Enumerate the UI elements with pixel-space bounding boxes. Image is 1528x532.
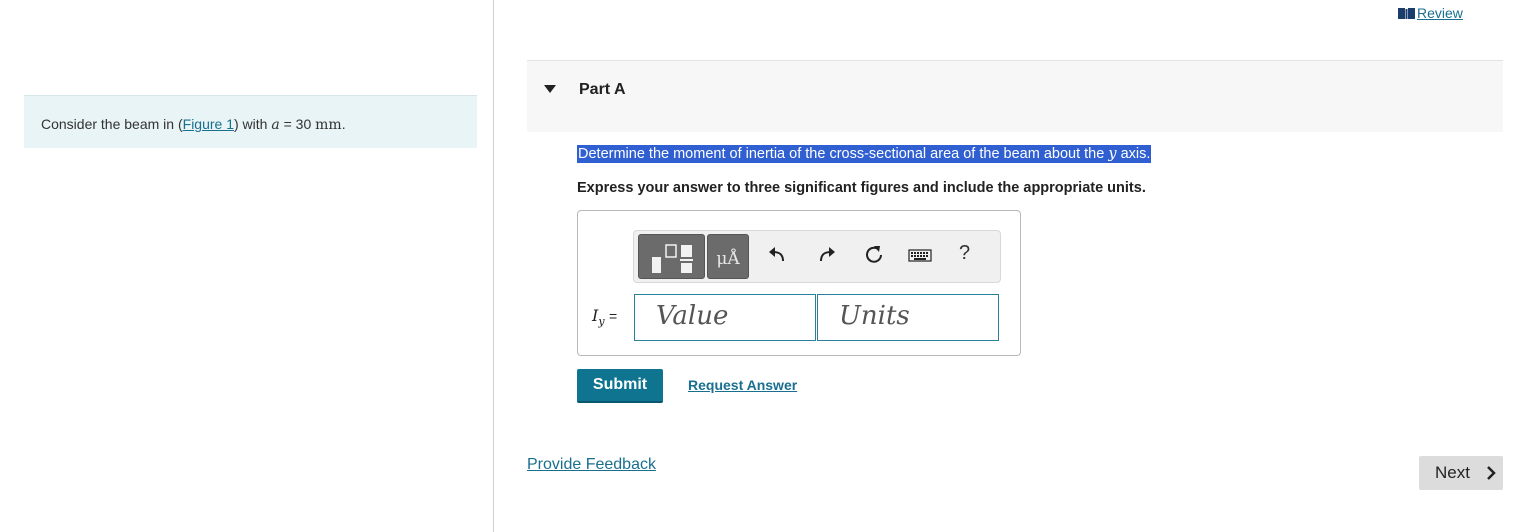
column-divider: [493, 0, 494, 532]
statement-text-2: ) with: [234, 116, 272, 132]
review-link[interactable]: Review: [1398, 5, 1463, 21]
keyboard-icon[interactable]: [908, 245, 932, 265]
reset-icon[interactable]: [864, 245, 884, 265]
help-icon[interactable]: ?: [959, 242, 970, 265]
math-toolbar: μÅ ?: [633, 230, 1001, 283]
unit-mm: mm: [315, 117, 342, 133]
value-input[interactable]: Value: [634, 294, 816, 341]
units-icon[interactable]: μÅ: [707, 234, 749, 279]
provide-feedback-link[interactable]: Provide Feedback: [527, 456, 656, 474]
question-text: Determine the moment of inertia of the c…: [577, 145, 1152, 163]
chevron-right-icon: [1487, 466, 1496, 480]
question-end: axis.: [1116, 146, 1151, 162]
units-placeholder: Units: [839, 301, 910, 331]
question-main: Determine the moment of inertia of the c…: [578, 146, 1109, 162]
variable-subscript: y: [598, 315, 605, 329]
instruction-text: Express your answer to three significant…: [577, 180, 1146, 196]
answer-box: μÅ ? Iy = Value Units: [577, 210, 1021, 356]
redo-icon[interactable]: [817, 245, 837, 265]
units-input[interactable]: Units: [817, 294, 999, 341]
submit-button[interactable]: Submit: [577, 369, 663, 403]
part-header[interactable]: Part A: [527, 60, 1503, 132]
variable-a: a: [271, 117, 280, 133]
request-answer-link[interactable]: Request Answer: [688, 377, 797, 393]
value-placeholder: Value: [656, 301, 729, 331]
axis-variable: y: [1108, 146, 1117, 162]
problem-statement-panel: Consider the beam in (Figure 1) with a =…: [24, 95, 477, 148]
problem-statement: Consider the beam in (Figure 1) with a =…: [41, 116, 346, 133]
figure-link[interactable]: Figure 1: [183, 116, 234, 132]
answer-variable-label: Iy =: [592, 306, 617, 328]
equals-sign: =: [609, 308, 618, 324]
statement-value: = 30: [279, 116, 316, 132]
next-button[interactable]: Next: [1419, 456, 1503, 490]
caret-down-icon[interactable]: [544, 85, 556, 93]
statement-text: Consider the beam in (: [41, 116, 183, 132]
part-title: Part A: [579, 81, 626, 98]
undo-icon[interactable]: [767, 245, 787, 265]
statement-period: .: [341, 116, 346, 132]
review-label: Review: [1417, 5, 1463, 21]
templates-icon[interactable]: [638, 234, 705, 279]
next-label: Next: [1435, 463, 1470, 482]
book-icon: [1398, 8, 1415, 19]
